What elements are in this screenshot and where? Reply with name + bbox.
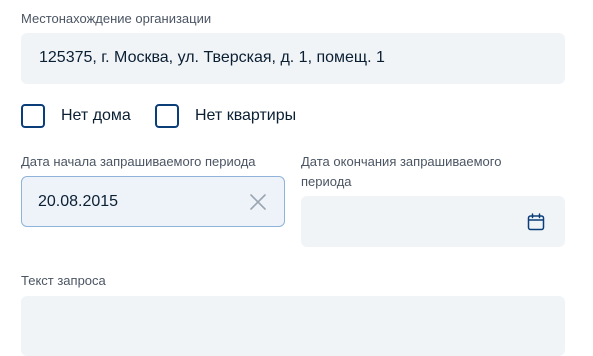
no-house-label[interactable]: Нет дома	[61, 106, 131, 126]
period-start-value: 20.08.2015	[38, 193, 119, 210]
request-text-label: Текст запроса	[21, 273, 106, 288]
location-label: Местонахождение организации	[21, 11, 212, 26]
period-start-label: Дата начала запрашиваемого периода	[21, 154, 256, 169]
no-apartment-label[interactable]: Нет квартиры	[195, 106, 296, 126]
location-value: 125375, г. Москва, ул. Тверская, д. 1, п…	[39, 49, 385, 66]
period-end-label: Дата окончания запрашиваемого периода	[301, 152, 501, 192]
period-end-label-line2: периода	[301, 174, 352, 189]
period-end-label-line1: Дата окончания запрашиваемого	[301, 154, 502, 169]
request-text-area[interactable]	[21, 296, 565, 356]
clear-icon[interactable]	[248, 192, 268, 212]
calendar-icon[interactable]	[527, 213, 545, 231]
location-field[interactable]: 125375, г. Москва, ул. Тверская, д. 1, п…	[21, 33, 565, 84]
period-end-input[interactable]	[301, 196, 565, 247]
no-apartment-checkbox[interactable]	[155, 104, 179, 128]
no-house-checkbox[interactable]	[21, 104, 45, 128]
period-start-input[interactable]: 20.08.2015	[21, 176, 285, 227]
